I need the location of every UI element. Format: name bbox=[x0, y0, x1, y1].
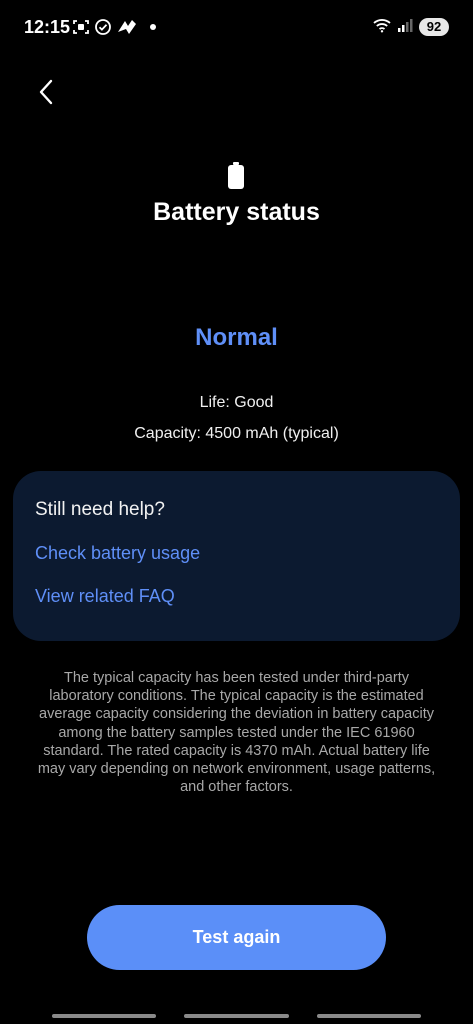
navigation-bar bbox=[0, 1004, 473, 1024]
battery-icon bbox=[227, 162, 245, 189]
nav-recents-button[interactable] bbox=[52, 1014, 156, 1018]
nav-home-button[interactable] bbox=[184, 1014, 289, 1018]
test-again-button[interactable]: Test again bbox=[87, 905, 386, 970]
check-battery-usage-link[interactable]: Check battery usage bbox=[35, 543, 200, 564]
help-card: Still need help? Check battery usage Vie… bbox=[13, 471, 460, 641]
view-related-faq-link[interactable]: View related FAQ bbox=[35, 586, 175, 607]
gesture-app-icon bbox=[116, 18, 138, 36]
battery-capacity-text: Capacity: 4500 mAh (typical) bbox=[134, 425, 339, 442]
help-card-title: Still need help? bbox=[35, 499, 165, 520]
status-left-icons bbox=[72, 18, 156, 36]
battery-life-text: Life: Good bbox=[199, 394, 274, 411]
nav-back-button[interactable] bbox=[317, 1014, 421, 1018]
status-bar: 12:15 92 bbox=[0, 0, 473, 56]
screenshot-icon bbox=[72, 18, 90, 36]
capacity-disclaimer: The typical capacity has been tested und… bbox=[37, 670, 436, 796]
signal-icon bbox=[397, 17, 413, 38]
status-right: 92 bbox=[373, 16, 449, 38]
check-circle-icon bbox=[94, 18, 112, 36]
battery-level-badge: 92 bbox=[419, 18, 449, 36]
chevron-left-icon bbox=[37, 78, 55, 111]
notification-dot-icon bbox=[150, 24, 156, 30]
wifi-icon bbox=[373, 17, 391, 38]
battery-status-value: Normal bbox=[195, 324, 278, 351]
back-button[interactable] bbox=[28, 76, 64, 112]
status-time: 12:15 bbox=[24, 17, 71, 37]
page-title: Battery status bbox=[153, 198, 320, 226]
